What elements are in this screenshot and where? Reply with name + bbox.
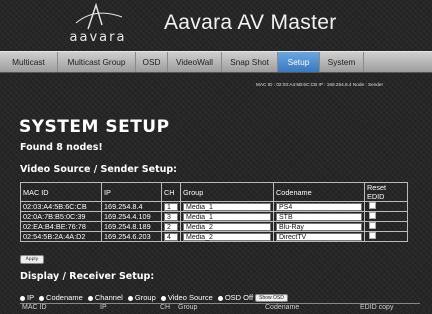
ip-cell: 169.254.8.189 xyxy=(101,221,162,232)
col-edid-copy: EDID copy xyxy=(360,304,394,311)
radio-codename-icon[interactable] xyxy=(39,295,45,301)
tab-multicast[interactable]: Multicast xyxy=(0,52,58,72)
sender-table: MAC ID IP CH Group Codename Reset EDID 0… xyxy=(20,182,408,242)
group-input[interactable]: Media_1 xyxy=(183,202,271,211)
table-row: 02:EA:B4:BE:76:78 169.254.8.189 2 Media_… xyxy=(20,221,408,232)
col-mac: MAC ID xyxy=(22,304,47,311)
col-ch: CH xyxy=(160,304,171,311)
channel-input[interactable]: 1 xyxy=(164,202,178,211)
option-label: Video Source xyxy=(167,293,213,302)
mac-cell: 02:54:5B:2A:4A:D2 xyxy=(20,231,102,242)
mac-cell: 02:03:A4:5B:6C:CB xyxy=(20,201,102,212)
logo-swoosh-icon xyxy=(75,3,123,30)
col-ip: IP xyxy=(100,304,107,311)
radio-channel-icon[interactable] xyxy=(87,295,93,301)
app-header: aavara Aavara AV Master xyxy=(0,0,432,50)
tab-setup[interactable]: Setup xyxy=(278,52,320,72)
option-label: IP xyxy=(27,293,34,302)
aavara-logo: aavara xyxy=(62,3,134,47)
sender-header-row: MAC ID IP CH Group Codename Reset EDID xyxy=(20,182,408,202)
node-info: MAC ID : 02:03:A4:5B:6C:CB IP : 169.254.… xyxy=(256,82,384,87)
sender-section-title: Video Source / Sender Setup: xyxy=(20,164,177,175)
reset-edid-checkbox[interactable] xyxy=(369,232,376,239)
tab-osd[interactable]: OSD xyxy=(136,52,168,72)
radio-video-source-icon[interactable] xyxy=(160,295,166,301)
receiver-section-title: Display / Receiver Setup: xyxy=(20,271,155,282)
found-nodes: Found 8 nodes! xyxy=(20,142,103,153)
col-group: Group xyxy=(178,304,198,311)
mac-cell: 02:0A:7B:B5:0C:39 xyxy=(20,211,102,222)
mac-cell: 02:EA:B4:BE:76:78 xyxy=(20,221,102,232)
main-nav: Multicast Multicast Group OSD VideoWall … xyxy=(0,51,432,73)
option-label: Channel xyxy=(94,293,123,302)
logo-text: aavara xyxy=(69,30,127,45)
ip-cell: 169.254.4.109 xyxy=(101,211,162,222)
tab-system[interactable]: System xyxy=(320,52,364,72)
page-title: SYSTEM SETUP xyxy=(19,117,170,137)
col-reset-edid: Reset EDID xyxy=(364,182,408,202)
col-mac: MAC ID xyxy=(20,182,102,202)
col-codename: Codename xyxy=(273,182,365,202)
display-options: IP Codename Channel Group Video Source O… xyxy=(20,293,288,303)
table-row: 02:03:A4:5B:6C:CB 169.254.8.4 1 Media_1 … xyxy=(20,201,408,212)
app-title: Aavara AV Master xyxy=(164,11,337,34)
group-input[interactable]: Media_2 xyxy=(183,232,271,241)
col-codename: Codename xyxy=(265,304,300,311)
channel-input[interactable]: 4 xyxy=(164,232,178,241)
show-osd-button[interactable]: Show OSD xyxy=(255,294,288,303)
radio-group-icon[interactable] xyxy=(127,295,133,301)
col-ch: CH xyxy=(161,182,181,202)
codename-input[interactable]: Blu-Ray xyxy=(276,222,362,231)
reset-edid-checkbox[interactable] xyxy=(369,212,376,219)
table-row: 02:54:5B:2A:4A:D2 169.254.6.203 4 Media_… xyxy=(20,231,408,242)
option-label: Group xyxy=(134,293,156,302)
table-row: 02:0A:7B:B5:0C:39 169.254.4.109 3 Media_… xyxy=(20,211,408,222)
apply-button[interactable]: Apply xyxy=(20,255,44,264)
ip-cell: 169.254.6.203 xyxy=(101,231,162,242)
ip-cell: 169.254.8.4 xyxy=(101,201,162,212)
codename-input[interactable]: DirectTV xyxy=(276,232,362,241)
codename-input[interactable]: STB xyxy=(276,212,362,221)
col-group: Group xyxy=(180,182,274,202)
reset-edid-checkbox[interactable] xyxy=(369,202,376,209)
col-ip: IP xyxy=(101,182,162,202)
group-input[interactable]: Media_1 xyxy=(183,212,271,221)
tab-snap-shot[interactable]: Snap Shot xyxy=(222,52,278,72)
option-label: OSD Off xyxy=(224,293,254,302)
tab-videowall[interactable]: VideoWall xyxy=(168,52,222,72)
group-input[interactable]: Media_2 xyxy=(183,222,271,231)
reset-edid-checkbox[interactable] xyxy=(369,222,376,229)
option-label: Codename xyxy=(46,293,83,302)
channel-input[interactable]: 2 xyxy=(164,222,178,231)
codename-input[interactable]: PS4 xyxy=(276,202,362,211)
radio-osd-off-icon[interactable] xyxy=(217,295,223,301)
channel-input[interactable]: 3 xyxy=(164,212,178,221)
radio-ip-icon[interactable] xyxy=(20,295,25,301)
tab-multicast-group[interactable]: Multicast Group xyxy=(58,52,136,72)
